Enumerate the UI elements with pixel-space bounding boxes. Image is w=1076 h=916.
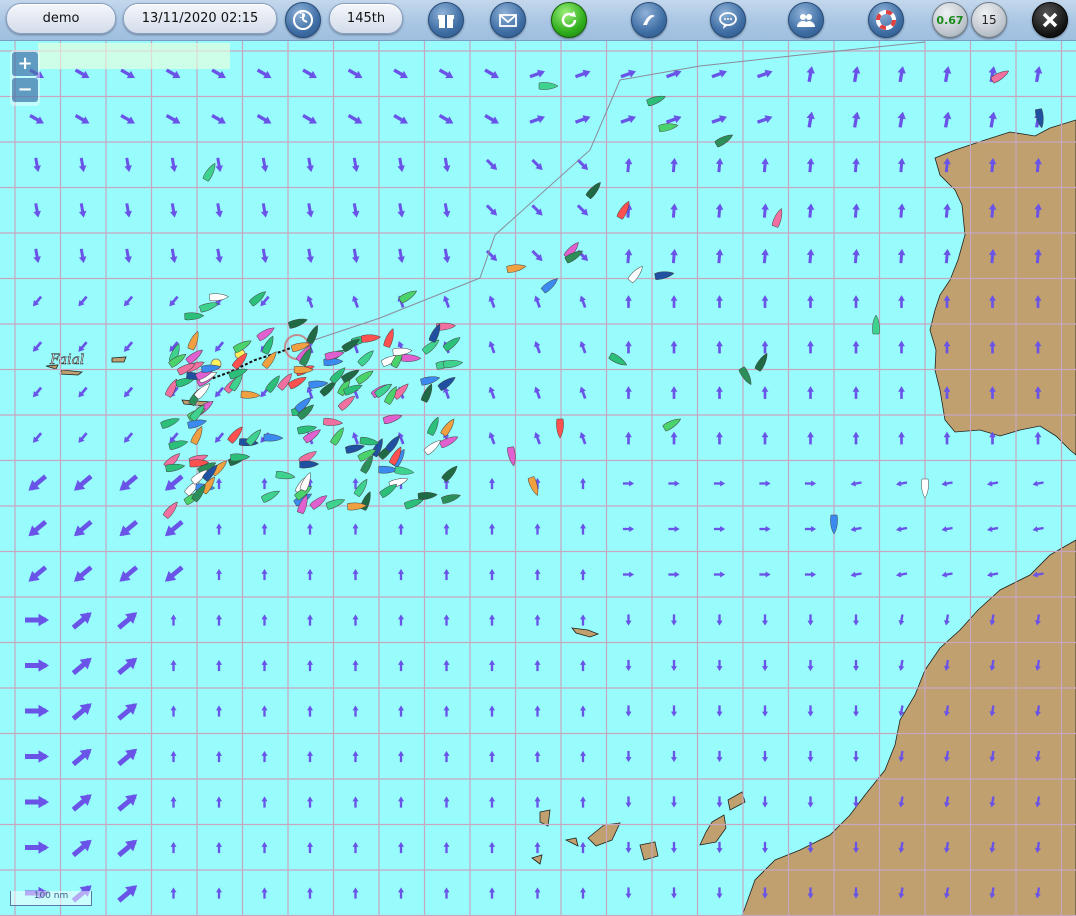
refresh-button[interactable] xyxy=(551,2,587,38)
help-icon xyxy=(876,10,896,30)
datetime-display[interactable]: 13/11/2020 02:15 xyxy=(123,3,277,34)
close-button[interactable] xyxy=(1032,2,1068,38)
gift-button[interactable] xyxy=(428,2,464,38)
info-panel xyxy=(38,43,230,69)
time-step-value: 5 xyxy=(299,8,306,21)
gift-icon xyxy=(438,15,454,28)
users-button[interactable] xyxy=(788,2,824,38)
counter-value: 15 xyxy=(981,13,997,27)
users-icon xyxy=(797,14,815,27)
help-button[interactable] xyxy=(868,2,904,38)
ranking-button[interactable]: 145th xyxy=(329,3,403,34)
scale-bar: 100 nm xyxy=(10,891,92,906)
mail-button[interactable] xyxy=(490,2,526,38)
zoom-out-button[interactable]: − xyxy=(12,78,38,102)
top-toolbar: demo 13/11/2020 02:15 5 145th 0.67 15 xyxy=(0,0,1076,41)
chat-button[interactable] xyxy=(710,2,746,38)
logo-button[interactable] xyxy=(631,2,667,38)
chat-icon xyxy=(719,12,737,29)
speed-value: 0.67 xyxy=(936,13,964,27)
player-name-button[interactable]: demo xyxy=(6,3,116,34)
place-label-faial: Faial xyxy=(49,352,84,368)
speed-indicator[interactable]: 0.67 xyxy=(932,2,968,38)
refresh-icon xyxy=(561,11,577,28)
island-azores-1 xyxy=(111,356,127,363)
mail-icon xyxy=(499,14,517,27)
race-map[interactable]: Faial xyxy=(0,40,1076,916)
land-iberia xyxy=(929,119,1076,456)
close-icon xyxy=(1042,12,1058,28)
zoom-control: + − xyxy=(10,50,40,106)
zoom-in-button[interactable]: + xyxy=(12,52,38,76)
counter-indicator[interactable]: 15 xyxy=(971,2,1007,38)
logo-icon xyxy=(643,15,655,25)
